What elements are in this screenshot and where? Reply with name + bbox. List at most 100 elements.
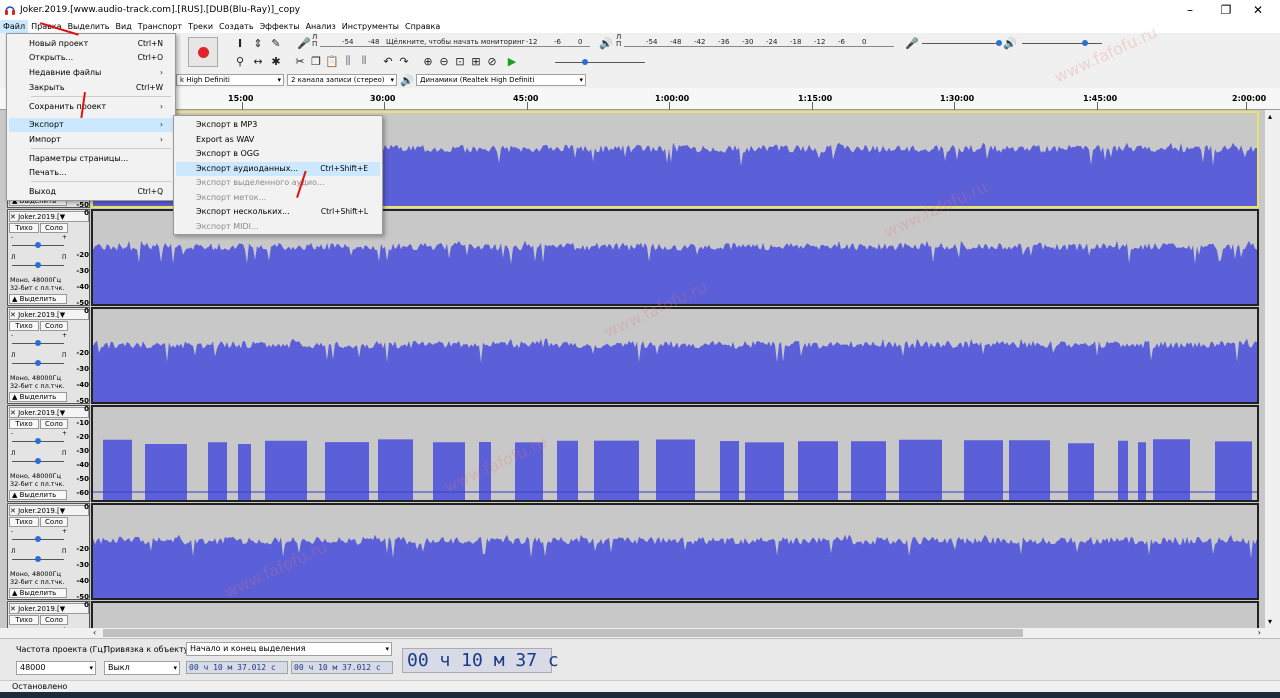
track-waveform-area[interactable] bbox=[91, 307, 1259, 404]
play-speed-slider[interactable] bbox=[555, 62, 645, 63]
draw-tool-icon[interactable]: ✎ bbox=[268, 35, 284, 51]
select-track-button[interactable]: ▲ Выделить bbox=[9, 588, 67, 598]
record-button[interactable] bbox=[188, 37, 218, 67]
project-rate-select[interactable]: 48000 ▾ bbox=[16, 661, 96, 675]
file-menu-item[interactable]: Открыть... Ctrl+O bbox=[9, 51, 173, 65]
menu-6[interactable]: Создать bbox=[216, 20, 257, 33]
selection-tool-icon[interactable]: I bbox=[232, 35, 248, 51]
file-menu-item[interactable]: Экспорт › bbox=[9, 118, 173, 132]
scroll-down-icon[interactable]: ▾ bbox=[1268, 617, 1272, 626]
gain-slider-thumb[interactable] bbox=[35, 242, 41, 248]
solo-button[interactable]: Соло bbox=[40, 419, 68, 429]
paste-icon[interactable]: 📋 bbox=[324, 53, 340, 69]
selection-start-time[interactable]: 00 ч 10 м 37.012 с bbox=[186, 661, 288, 674]
horizontal-scroll-thumb[interactable] bbox=[103, 629, 1023, 637]
horizontal-scrollbar[interactable]: ‹ › bbox=[91, 628, 1265, 638]
envelope-tool-icon[interactable]: ⇕ bbox=[250, 35, 266, 51]
export-menu-item[interactable]: Export as WAV bbox=[176, 133, 380, 147]
cut-icon[interactable]: ✂ bbox=[292, 53, 308, 69]
select-track-button[interactable]: ▲ Выделить bbox=[9, 392, 67, 402]
undo-icon[interactable]: ↶ bbox=[380, 53, 396, 69]
input-device-select[interactable]: k High Definiti ▾ bbox=[176, 74, 284, 86]
chevron-down-icon[interactable]: ▼ bbox=[60, 409, 65, 417]
chevron-down-icon[interactable]: ▼ bbox=[60, 605, 65, 613]
monitor-hint[interactable]: Щёлкните, чтобы начать мониторинг bbox=[386, 38, 525, 46]
file-menu-item[interactable]: Печать... bbox=[9, 166, 173, 180]
microphone-icon[interactable]: 🎤 bbox=[296, 35, 312, 51]
pan-slider-thumb[interactable] bbox=[35, 556, 41, 562]
selection-end-time[interactable]: 00 ч 10 м 37.012 с bbox=[291, 661, 393, 674]
timeshift-tool-icon[interactable]: ↔ bbox=[250, 53, 266, 69]
speaker-icon[interactable]: 🔊 bbox=[598, 35, 614, 51]
audio-position-display[interactable]: 00 ч 10 м 37 с bbox=[402, 648, 559, 673]
file-menu-item[interactable]: Сохранить проект › bbox=[9, 100, 173, 114]
mute-button[interactable]: Тихо bbox=[9, 517, 39, 527]
rec-meter-bar[interactable] bbox=[320, 46, 590, 47]
gain-slider-thumb[interactable] bbox=[35, 536, 41, 542]
scroll-up-icon[interactable]: ▴ bbox=[1268, 112, 1272, 121]
export-menu-item[interactable]: Экспорт в MP3 bbox=[176, 118, 380, 132]
track-waveform-area[interactable] bbox=[91, 601, 1259, 628]
select-track-button[interactable]: ▲ Выделить bbox=[9, 490, 67, 500]
silence-icon[interactable]: ⫴ bbox=[356, 53, 372, 69]
redo-icon[interactable]: ↷ bbox=[396, 53, 412, 69]
menu-10[interactable]: Справка bbox=[402, 20, 443, 33]
scroll-right-icon[interactable]: › bbox=[1258, 628, 1261, 637]
close-button[interactable]: ✕ bbox=[1236, 0, 1280, 20]
solo-button[interactable]: Соло bbox=[40, 615, 68, 625]
zoom-in-icon[interactable]: ⊕ bbox=[420, 53, 436, 69]
zoom-out-icon[interactable]: ⊖ bbox=[436, 53, 452, 69]
menu-8[interactable]: Анализ bbox=[303, 20, 339, 33]
multi-tool-icon[interactable]: ✱ bbox=[268, 53, 284, 69]
solo-button[interactable]: Соло bbox=[40, 321, 68, 331]
export-menu-item[interactable]: Экспорт в OGG bbox=[176, 147, 380, 161]
select-track-button[interactable]: ▲ Выделить bbox=[9, 294, 67, 304]
solo-button[interactable]: Соло bbox=[40, 223, 68, 233]
file-menu-item[interactable]: Недавние файлы › bbox=[9, 66, 173, 80]
output-device-select[interactable]: Динамики (Realtek High Definiti ▾ bbox=[416, 74, 586, 86]
play-meter-bar[interactable] bbox=[624, 46, 894, 47]
pan-slider-thumb[interactable] bbox=[35, 360, 41, 366]
chevron-down-icon[interactable]: ▼ bbox=[60, 213, 65, 221]
mute-button[interactable]: Тихо bbox=[9, 223, 39, 233]
recording-volume-slider[interactable] bbox=[922, 43, 1002, 44]
file-menu-item[interactable]: Импорт › bbox=[9, 133, 173, 147]
play-at-speed-icon[interactable]: ▶ bbox=[504, 53, 520, 69]
waveform[interactable] bbox=[93, 603, 1257, 628]
close-icon[interactable]: ✕ bbox=[10, 605, 18, 613]
chevron-down-icon[interactable]: ▼ bbox=[60, 311, 65, 319]
file-menu-item[interactable]: Новый проект Ctrl+N bbox=[9, 37, 173, 51]
file-menu-item[interactable]: Параметры страницы... bbox=[9, 152, 173, 166]
playback-volume-thumb[interactable] bbox=[1082, 40, 1088, 46]
menu-7[interactable]: Эффекты bbox=[257, 20, 303, 33]
gain-slider-thumb[interactable] bbox=[35, 340, 41, 346]
playback-volume-slider[interactable] bbox=[1022, 43, 1102, 44]
snap-select[interactable]: Выкл ▾ bbox=[104, 661, 180, 675]
vertical-scale[interactable]: 0-20-30-40-50-60 bbox=[71, 601, 91, 628]
waveform[interactable] bbox=[93, 407, 1257, 500]
waveform[interactable] bbox=[93, 309, 1257, 402]
vertical-scrollbar[interactable]: ▴ ▾ bbox=[1265, 110, 1280, 628]
file-menu-item[interactable]: Закрыть Ctrl+W bbox=[9, 81, 173, 95]
vertical-scale[interactable]: 0-20-30-40-50-60 bbox=[71, 503, 91, 617]
chevron-down-icon[interactable]: ▼ bbox=[60, 507, 65, 515]
mute-button[interactable]: Тихо bbox=[9, 321, 39, 331]
menu-4[interactable]: Транспорт bbox=[135, 20, 185, 33]
zoom-toggle-icon[interactable]: ⊘ bbox=[484, 53, 500, 69]
zoom-tool-icon[interactable]: ⚲ bbox=[232, 53, 248, 69]
close-icon[interactable]: ✕ bbox=[10, 213, 18, 221]
channels-select[interactable]: 2 канала записи (стерео) ▾ bbox=[287, 74, 397, 86]
gain-slider-thumb[interactable] bbox=[35, 438, 41, 444]
vertical-scale[interactable]: 0-20-30-40-50-60 bbox=[71, 307, 91, 421]
menu-5[interactable]: Треки bbox=[185, 20, 216, 33]
menu-1[interactable]: Правка bbox=[28, 20, 64, 33]
timeline-ruler[interactable]: 15:00 30:00 45:00 1:00:00 1:15:00 1:30:00 1:45… bbox=[0, 88, 1280, 110]
mute-button[interactable]: Тихо bbox=[9, 615, 39, 625]
play-speed-thumb[interactable] bbox=[582, 59, 588, 65]
pan-slider-thumb[interactable] bbox=[35, 262, 41, 268]
copy-icon[interactable]: ❐ bbox=[308, 53, 324, 69]
selection-mode-select[interactable]: Начало и конец выделения ▾ bbox=[186, 642, 392, 656]
close-icon[interactable]: ✕ bbox=[10, 409, 18, 417]
track-waveform-area[interactable] bbox=[91, 405, 1259, 502]
vertical-scale[interactable]: 0 -10 -20 -30 -40 -50 -60 bbox=[71, 405, 91, 502]
